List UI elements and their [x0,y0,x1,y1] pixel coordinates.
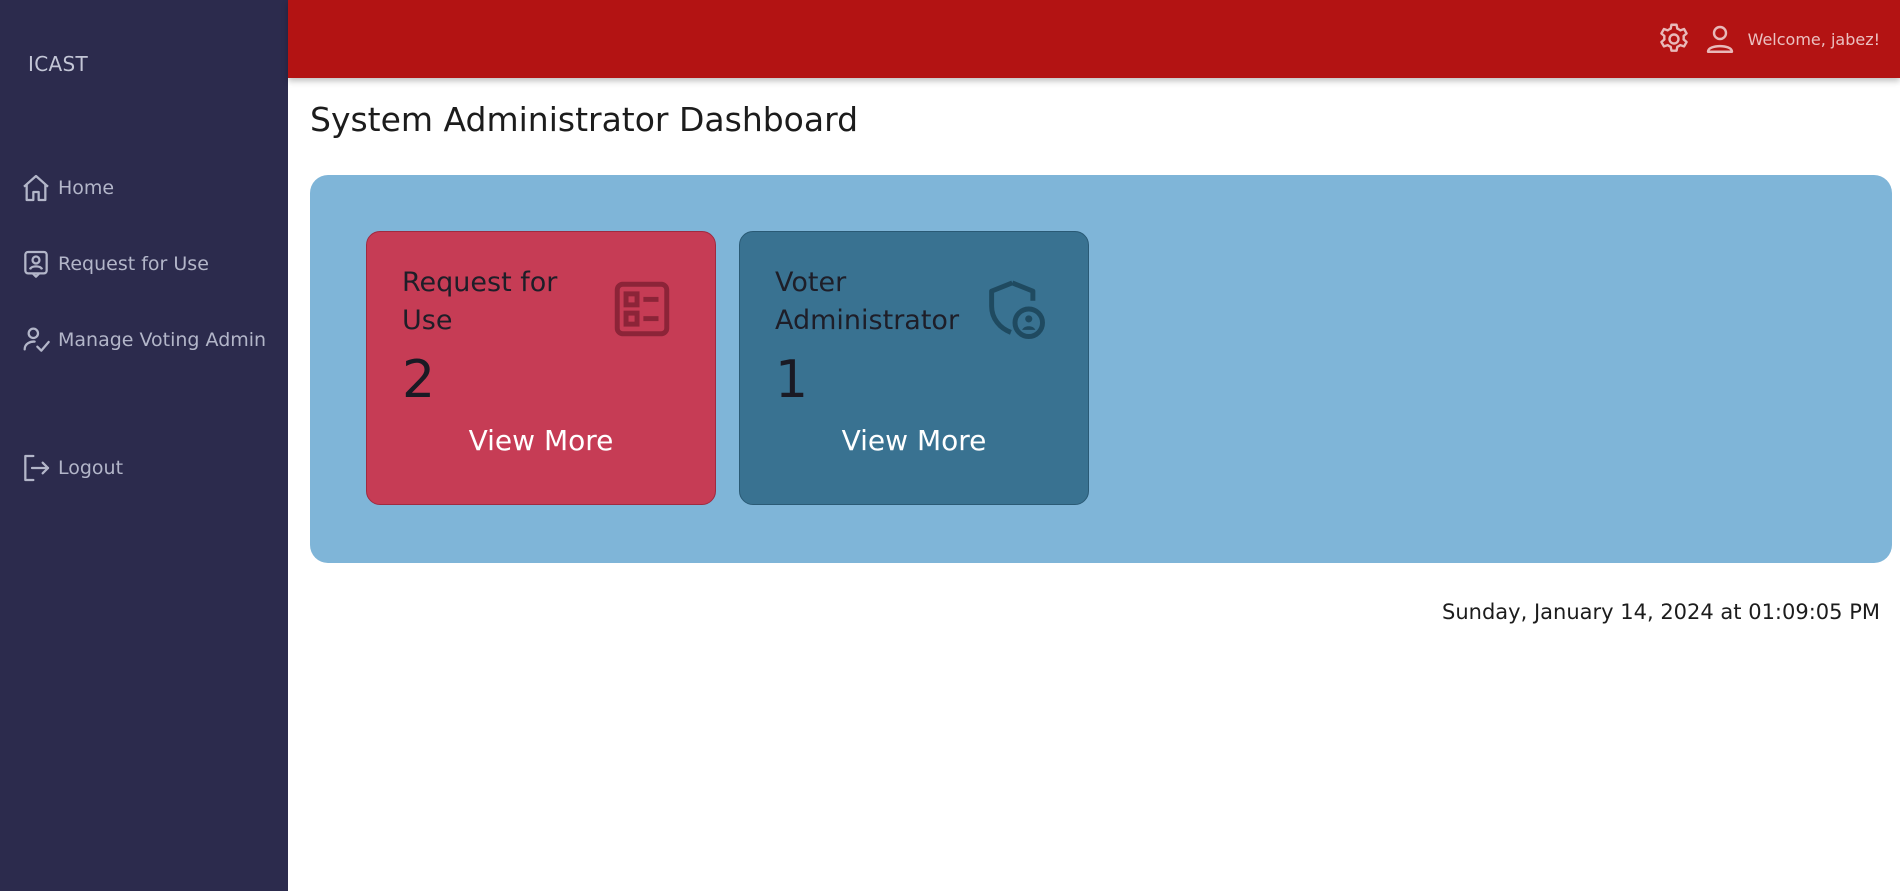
voter-administrator-card: Voter Administrator 1 View More [739,231,1089,505]
sidebar: ICAST Home Request for Use Manage Voting… [0,0,288,891]
dashboard-panel: Request for Use 2 View More Voter Admini… [310,175,1892,563]
request-for-use-card: Request for Use 2 View More [366,231,716,505]
request-count: 2 [402,350,436,410]
sidebar-item-request-for-use[interactable]: Request for Use [20,246,209,282]
user-icon[interactable] [1702,21,1738,57]
voter-admin-count: 1 [775,350,809,410]
sidebar-item-home[interactable]: Home [20,170,114,206]
top-bar: Welcome, jabez! [288,0,1900,78]
user-area: Welcome, jabez! [1656,0,1880,78]
view-more-link[interactable]: View More [367,424,715,457]
logout-icon [24,454,50,482]
welcome-text[interactable]: Welcome, jabez! [1748,30,1880,49]
sidebar-item-logout[interactable]: Logout [20,450,123,486]
view-more-link[interactable]: View More [740,424,1088,457]
sidebar-item-manage-voting-admin[interactable]: Manage Voting Admin [20,322,266,358]
sidebar-item-label: Request for Use [58,253,209,275]
page-title: System Administrator Dashboard [310,100,859,139]
card-title: Request for Use [402,267,558,336]
checklist-icon [614,281,670,337]
sidebar-item-label: Logout [58,457,124,479]
current-datetime: Sunday, January 14, 2024 at 01:09:05 PM [1442,600,1880,624]
shield-user-icon [989,280,1045,339]
sidebar-item-label: Manage Voting Admin [58,329,267,351]
brand-logo: ICAST [28,52,88,76]
id-badge-icon [24,250,48,278]
user-check-icon [23,327,50,352]
gear-icon[interactable] [1656,21,1692,57]
home-icon [23,174,49,202]
sidebar-item-label: Home [58,177,115,199]
card-title: Voter Administrator [775,267,960,336]
